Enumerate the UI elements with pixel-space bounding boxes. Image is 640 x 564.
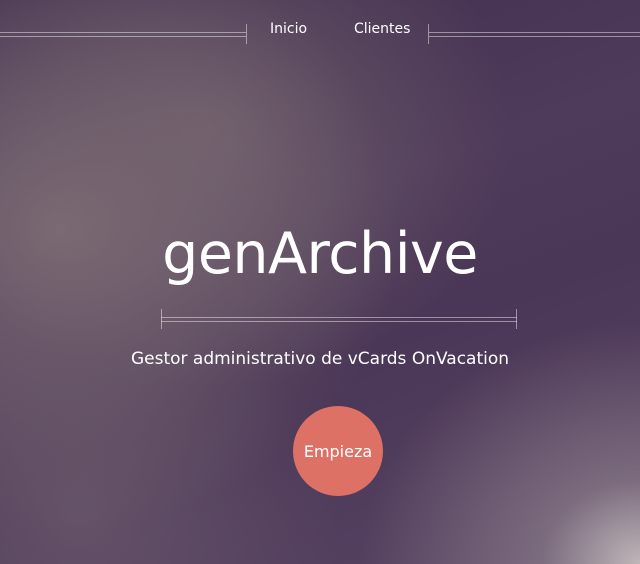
nav-link-clientes[interactable]: Clientes <box>354 21 410 37</box>
nav-link-inicio[interactable]: Inicio <box>270 21 307 37</box>
nav-divider-tick-left <box>246 24 247 44</box>
start-button[interactable]: Empieza <box>293 406 383 496</box>
top-nav: Inicio Clientes <box>0 0 640 62</box>
nav-divider-right <box>429 32 640 37</box>
title-divider <box>161 309 517 329</box>
nav-divider-left <box>0 32 246 37</box>
title-divider-tick-right <box>516 309 517 329</box>
hero-title: genArchive <box>162 221 478 287</box>
hero-subtitle: Gestor administrativo de vCards OnVacati… <box>130 349 510 369</box>
title-divider-tick-left <box>161 309 162 329</box>
